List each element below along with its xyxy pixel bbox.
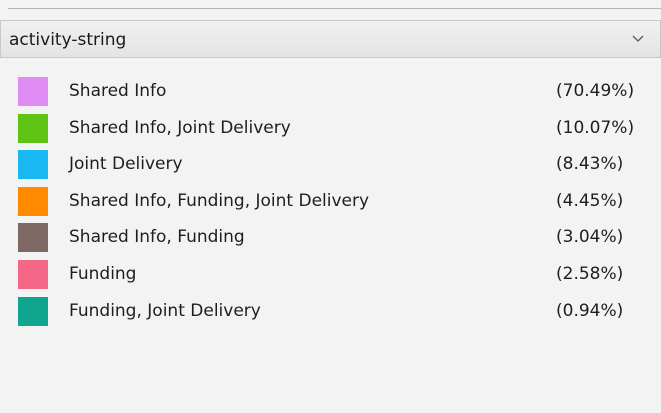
- legend-list: Shared Info (70.49%) Shared Info, Joint …: [0, 72, 661, 328]
- legend-item[interactable]: Shared Info, Funding (3.04%): [0, 218, 661, 255]
- legend-item[interactable]: Shared Info, Joint Delivery (10.07%): [0, 109, 661, 146]
- legend-label: Shared Info, Joint Delivery: [69, 117, 291, 138]
- legend-percent: (3.04%): [556, 227, 624, 248]
- legend-percent: (4.45%): [556, 190, 624, 211]
- legend-swatch: [18, 259, 48, 289]
- legend-percent: (8.43%): [556, 154, 624, 175]
- legend-item[interactable]: Funding, Joint Delivery (0.94%): [0, 292, 661, 329]
- legend-swatch: [18, 150, 48, 180]
- legend-item[interactable]: Funding (2.58%): [0, 255, 661, 292]
- legend-label: Shared Info, Funding, Joint Delivery: [69, 190, 370, 211]
- legend-item[interactable]: Shared Info (70.49%): [0, 72, 661, 109]
- legend-percent: (70.49%): [556, 81, 635, 101]
- legend-panel: activity-string Shared Info (70.49%) Sha…: [0, 0, 661, 413]
- legend-label: Joint Delivery: [69, 154, 183, 175]
- legend-swatch: [18, 77, 48, 106]
- legend-percent: (2.58%): [556, 263, 624, 284]
- legend-item[interactable]: Joint Delivery (8.43%): [0, 145, 661, 182]
- legend-swatch: [18, 223, 48, 253]
- legend-label: Funding: [69, 263, 137, 284]
- legend-percent: (0.94%): [556, 300, 624, 321]
- panel-divider: [8, 8, 661, 9]
- legend-swatch: [18, 296, 48, 326]
- legend-swatch: [18, 113, 48, 143]
- attribute-select[interactable]: activity-string: [0, 20, 661, 58]
- legend-swatch: [18, 186, 48, 216]
- legend-item[interactable]: Shared Info, Funding, Joint Delivery (4.…: [0, 182, 661, 219]
- legend-percent: (10.07%): [556, 117, 635, 138]
- legend-label: Shared Info: [69, 81, 167, 101]
- legend-label: Funding, Joint Delivery: [69, 300, 261, 321]
- legend-label: Shared Info, Funding: [69, 227, 245, 248]
- chevron-down-icon: [632, 35, 644, 42]
- attribute-select-value: activity-string: [9, 30, 127, 50]
